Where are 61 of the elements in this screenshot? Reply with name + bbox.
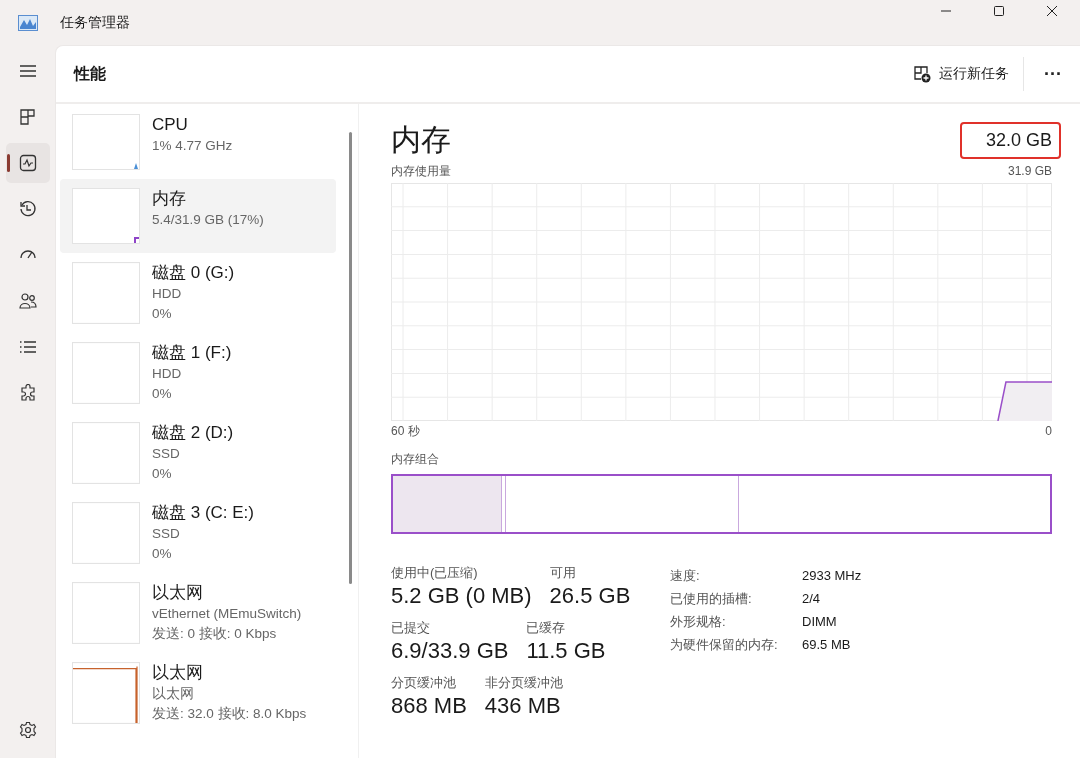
capacity-value: 32.0 GB	[959, 122, 1061, 159]
stat-value: 6.9/33.9 GB	[391, 637, 509, 665]
device-item[interactable]: 以太网 vEthernet (MEmuSwitch) 发送: 0 接收: 0 Kbps	[60, 573, 336, 653]
puzzle-icon	[18, 384, 37, 402]
device-graph	[72, 114, 140, 170]
close-icon[interactable]	[1046, 4, 1058, 17]
new-task-icon	[913, 65, 931, 83]
nav-button[interactable]	[5, 143, 50, 183]
stat-label: 已缓存	[526, 619, 567, 636]
device-graph	[72, 262, 140, 324]
stat-label: 已提交	[391, 619, 431, 636]
composition-label: 内存组合	[391, 452, 439, 466]
device-graph	[72, 188, 140, 244]
stat-label: 分页缓冲池	[391, 674, 457, 691]
stat-value: 436 MB	[484, 692, 562, 720]
property-value: DIMM	[802, 613, 838, 631]
settings-icon	[18, 721, 37, 739]
device-graph	[72, 662, 140, 724]
window-title: 任务管理器	[60, 13, 130, 32]
more-button[interactable]: ···	[1034, 59, 1072, 89]
maximize-icon[interactable]	[993, 4, 1005, 17]
property-label: 为硬件保留的内存:	[670, 636, 779, 654]
chart-max-label: 31.9 GB	[1007, 163, 1052, 180]
device-item[interactable]: 以太网 以太网 发送: 32.0 接收: 8.0 Kbps	[60, 653, 336, 733]
scroll-bar[interactable]	[349, 132, 352, 584]
device-graph	[72, 342, 140, 404]
stat-value: 11.5 GB	[526, 637, 606, 665]
grid-icon	[18, 108, 37, 126]
stat-value: 26.5 GB	[549, 582, 631, 610]
performance-icon	[18, 154, 37, 172]
list-icon	[18, 338, 37, 356]
stat-label: 可用	[549, 564, 577, 581]
device-item[interactable]: 磁盘 0 (G:) HDD 0%	[60, 253, 336, 333]
property-label: 已使用的插槽:	[670, 590, 753, 608]
history-icon	[18, 200, 37, 218]
property-label: 外形规格:	[670, 613, 727, 631]
device-graph	[72, 582, 140, 644]
stat-label: 使用中(已压缩)	[391, 564, 479, 581]
device-item[interactable]: 磁盘 2 (D:) SSD 0%	[60, 413, 336, 493]
stat-label: 非分页缓冲池	[484, 674, 563, 691]
detail-title: 内存	[391, 122, 451, 158]
stat-value: 868 MB	[391, 692, 467, 720]
device-graph	[72, 502, 140, 564]
menu-icon	[18, 62, 37, 80]
device-item[interactable]: 内存 5.4/31.9 GB (17%)	[60, 179, 336, 253]
time-axis-label: 60 秒	[391, 423, 420, 440]
page-title: 性能	[74, 63, 106, 84]
property-value: 69.5 MB	[802, 636, 852, 654]
device-item[interactable]: 磁盘 3 (C: E:) SSD 0%	[60, 493, 336, 573]
stat-value: 5.2 GB (0 MB)	[391, 582, 532, 610]
device-item[interactable]: CPU 1% 4.77 GHz	[60, 105, 336, 179]
device-graph	[72, 422, 140, 484]
property-value: 2/4	[802, 590, 822, 608]
time-axis-label: 0	[1045, 423, 1052, 440]
run-task-button[interactable]: 运行新任务	[905, 59, 1017, 89]
users-icon	[18, 292, 37, 310]
property-label: 速度:	[670, 567, 701, 585]
app-icon	[18, 14, 38, 31]
chart-label: 内存使用量	[391, 163, 451, 180]
device-item[interactable]: 磁盘 1 (F:) HDD 0%	[60, 333, 336, 413]
property-value: 2933 MHz	[802, 567, 862, 585]
